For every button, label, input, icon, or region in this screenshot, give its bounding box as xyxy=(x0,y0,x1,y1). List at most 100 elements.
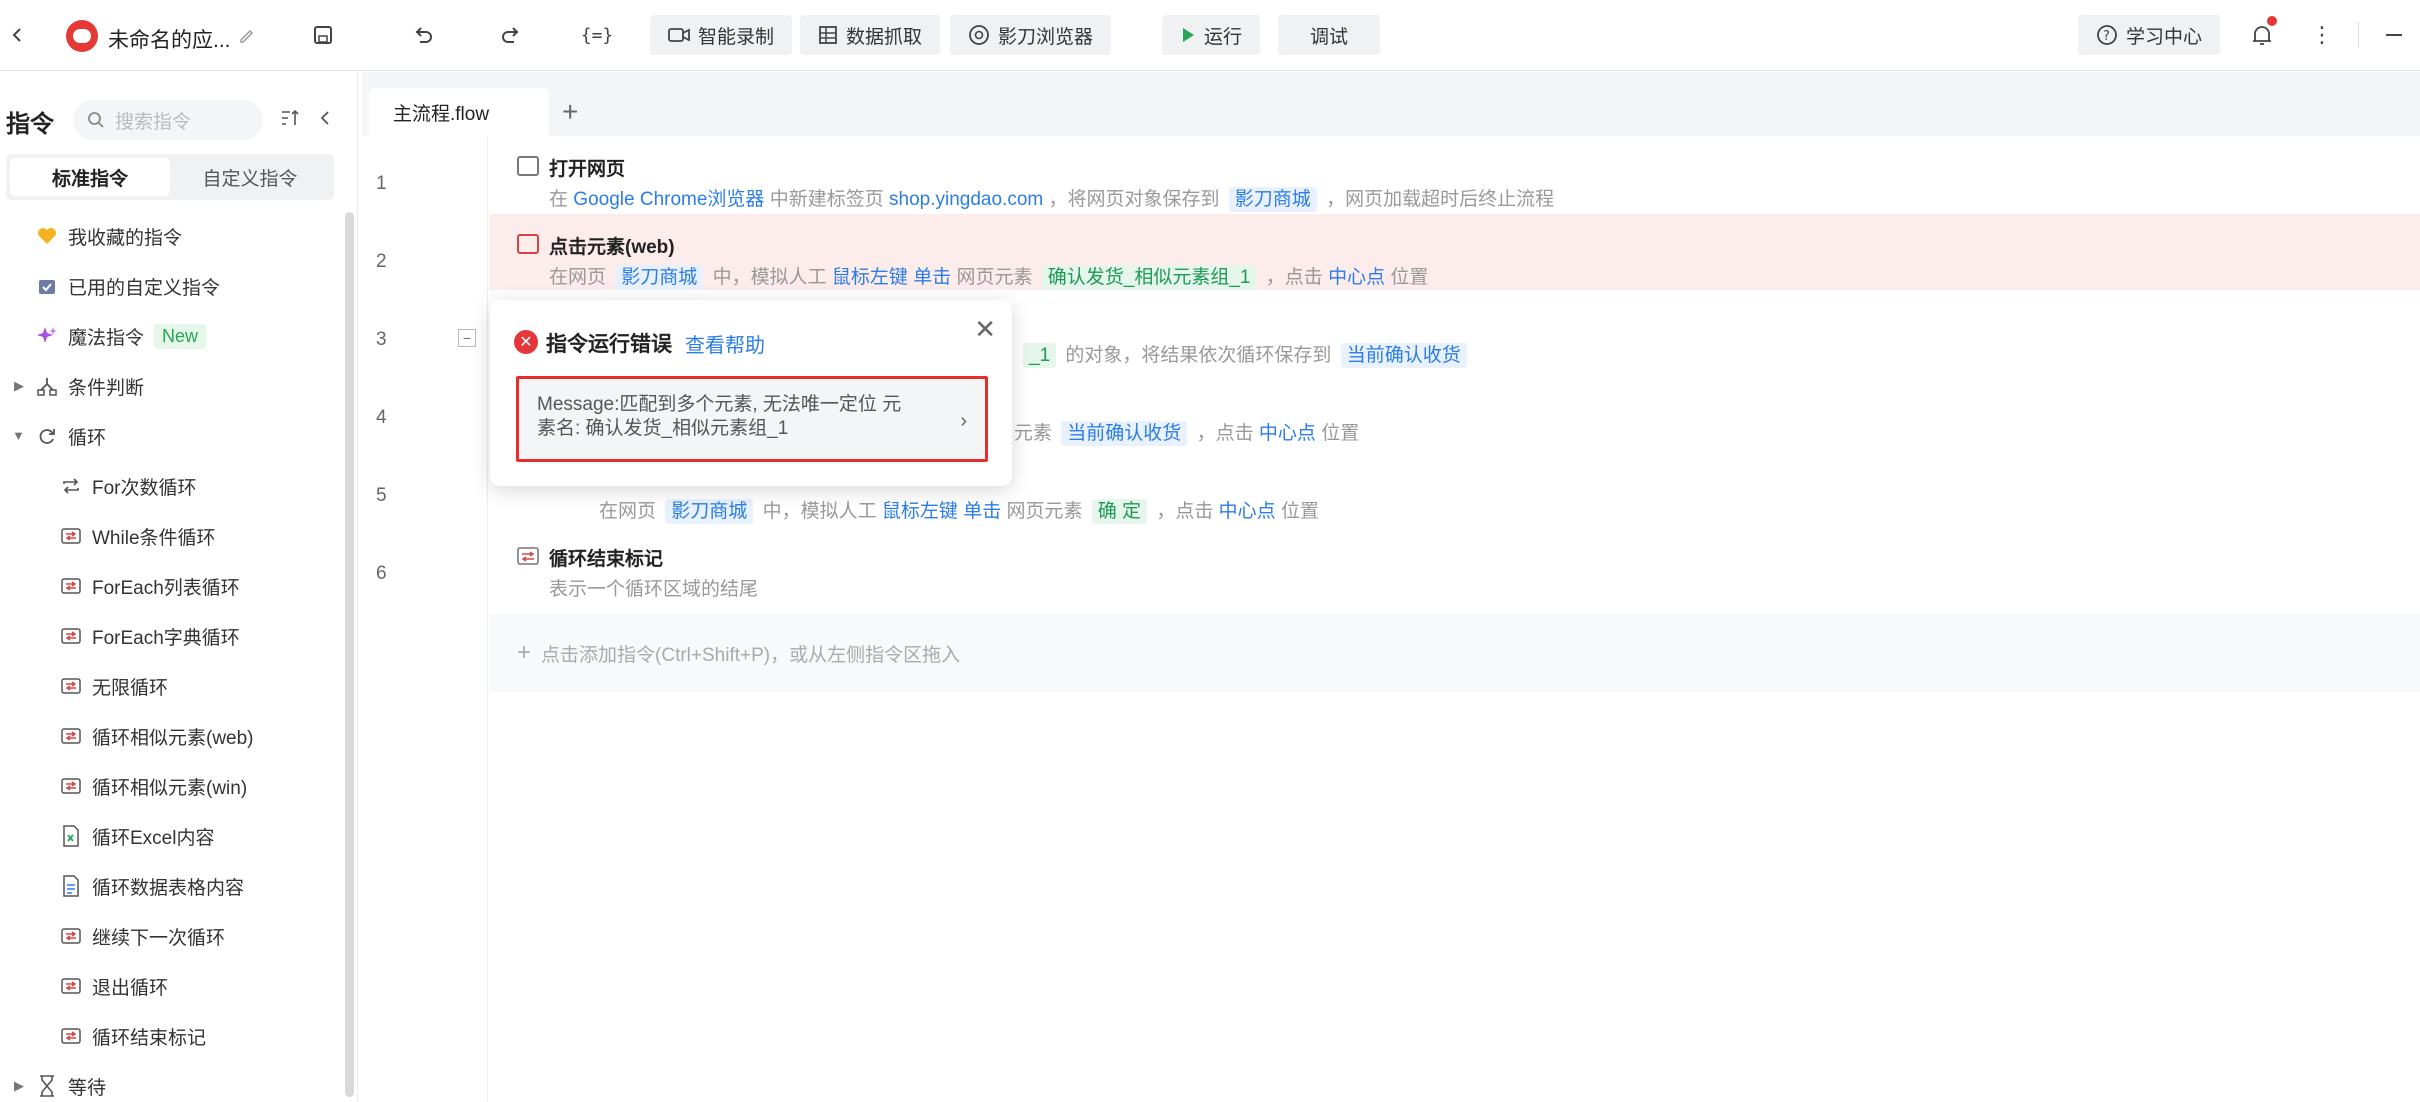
table-icon xyxy=(819,26,837,44)
step-description: 表示一个循环区域的结尾 xyxy=(549,579,759,600)
data-file-icon xyxy=(60,875,82,897)
line-gutter: 1 2 3 4 5 6 − xyxy=(362,136,488,1102)
hourglass-icon xyxy=(36,1075,58,1097)
close-icon[interactable]: ✕ xyxy=(974,314,996,345)
error-message-line: 素名: 确认发货_相似元素组_1 xyxy=(537,418,789,439)
sidebar-item-infinite[interactable]: 无限循环 xyxy=(60,670,168,702)
error-message-box[interactable]: Message:匹配到多个元素, 无法唯一定位 元 素名: 确认发货_相似元素组… xyxy=(516,376,988,462)
browser-button[interactable]: 影刀浏览器 xyxy=(950,15,1112,55)
branch-icon xyxy=(36,375,58,397)
loop-icon xyxy=(36,425,58,447)
add-command-area[interactable]: + 点击添加指令(Ctrl+Shift+P)，或从左侧指令区拖入 xyxy=(489,614,2420,692)
loop-box-icon xyxy=(60,525,82,547)
heart-icon xyxy=(36,225,58,247)
play-icon xyxy=(1183,28,1194,42)
line-number: 1 xyxy=(376,173,387,194)
sidebar-item-loop-end[interactable]: 循环结束标记 xyxy=(60,1020,206,1052)
window-divider xyxy=(2358,22,2359,48)
search-input[interactable]: 搜索指令 xyxy=(73,100,263,140)
sidebar-item-loop[interactable]: 循环 xyxy=(36,420,106,452)
new-badge: New xyxy=(154,323,207,349)
loop-end-icon xyxy=(517,546,539,572)
sidebar-item-similar-web[interactable]: 循环相似元素(web) xyxy=(60,720,254,752)
step-description: 在 Google Chrome浏览器 中新建标签页 shop.yingdao.c… xyxy=(549,187,1555,212)
code-icon[interactable]: {=} xyxy=(581,20,614,50)
bell-icon[interactable] xyxy=(2247,16,2277,50)
expand-caret-icon[interactable]: ▶ xyxy=(14,378,24,394)
loop-box-icon xyxy=(60,625,82,647)
sidebar-item-similar-win[interactable]: 循环相似元素(win) xyxy=(60,770,247,802)
repeat-icon xyxy=(60,475,82,497)
sidebar-item-foreach-list[interactable]: ForEach列表循环 xyxy=(60,570,240,602)
click-element-icon xyxy=(517,234,539,254)
sidebar-item-for-count[interactable]: For次数循环 xyxy=(60,470,197,502)
collapse-caret-icon[interactable]: ▼ xyxy=(12,428,25,443)
calendar-check-icon xyxy=(36,275,58,297)
app-title[interactable]: 未命名的应... xyxy=(108,24,231,54)
notification-dot xyxy=(2267,16,2277,26)
data-scrape-button[interactable]: 数据抓取 xyxy=(800,15,941,55)
sidebar-item-used-custom[interactable]: 已用的自定义指令 xyxy=(36,270,220,302)
learn-center-button[interactable]: ? 学习中心 xyxy=(2078,15,2221,55)
sidebar-item-favorites[interactable]: 我收藏的指令 xyxy=(36,220,182,252)
collapse-toggle-icon[interactable]: − xyxy=(458,329,476,347)
sidebar-item-continue[interactable]: 继续下一次循环 xyxy=(60,920,225,952)
step-title: 循环结束标记 xyxy=(549,549,664,570)
sidebar-item-condition[interactable]: 条件判断 xyxy=(36,370,144,402)
edit-icon[interactable] xyxy=(232,20,262,50)
redo-icon[interactable] xyxy=(496,20,526,50)
flow-tabs: 主流程.flow + xyxy=(362,72,2420,136)
help-link[interactable]: 查看帮助 xyxy=(685,329,765,358)
save-icon[interactable] xyxy=(308,20,338,50)
collapse-left-icon[interactable] xyxy=(318,108,332,134)
undo-icon[interactable] xyxy=(408,20,438,50)
step-description: 在网页 影刀商城 中，模拟人工 鼠标左键 单击 网页元素 确认发货_相似元素组_… xyxy=(549,265,1429,290)
tab-custom[interactable]: 自定义指令 xyxy=(170,158,330,196)
error-icon: ✕ xyxy=(514,330,538,354)
sparkle-icon xyxy=(36,325,58,347)
flow-step-click-element[interactable]: 点击元素(web) 在网页 影刀商城 中，模拟人工 鼠标左键 单击 网页元素 确… xyxy=(489,214,2420,290)
run-button[interactable]: 运行 xyxy=(1162,15,1261,55)
svg-text:?: ? xyxy=(2103,29,2110,44)
more-vertical-icon[interactable]: ⋮ xyxy=(2307,20,2337,50)
sidebar-item-while[interactable]: While条件循环 xyxy=(60,520,216,552)
sidebar-scrollbar[interactable] xyxy=(345,212,354,1097)
step-description: 在网页 影刀商城 中，模拟人工 鼠标左键 单击 网页元素 确 定 ，点击 中心点… xyxy=(599,499,1319,524)
tab-main-flow[interactable]: 主流程.flow xyxy=(369,88,549,136)
flow-editor: 1 2 3 4 5 6 − 打开网页 在 Google Chrome浏览器 中新… xyxy=(362,136,2420,1102)
minimize-icon[interactable] xyxy=(2380,20,2410,50)
loop-box-icon xyxy=(60,575,82,597)
sidebar-item-excel[interactable]: 循环Excel内容 xyxy=(60,820,214,852)
search-icon xyxy=(88,112,104,128)
expand-caret-icon[interactable]: ▶ xyxy=(14,1078,24,1094)
app-logo xyxy=(66,20,98,52)
sidebar-item-wait[interactable]: 等待 xyxy=(36,1070,106,1102)
step-title: 打开网页 xyxy=(549,159,626,180)
line-number: 3 xyxy=(376,329,387,350)
plus-icon: + xyxy=(517,639,532,666)
debug-button[interactable]: 调试 xyxy=(1278,15,1380,55)
loop-box-icon xyxy=(60,1025,82,1047)
top-toolbar: 未命名的应... {=} 智能录制 数据抓取 影刀浏览器 运行 调试 ? 学习中… xyxy=(0,0,2420,71)
line-number: 6 xyxy=(376,563,387,584)
popup-title: 指令运行错误 xyxy=(546,333,672,356)
sidebar-item-break[interactable]: 退出循环 xyxy=(60,970,168,1002)
error-message-line: Message:匹配到多个元素, 无法唯一定位 元 xyxy=(537,394,902,415)
back-icon[interactable] xyxy=(2,20,32,50)
loop-box-icon xyxy=(60,725,82,747)
add-tab-icon[interactable]: + xyxy=(562,96,578,128)
line-number: 5 xyxy=(376,485,387,506)
sidebar-item-datatable[interactable]: 循环数据表格内容 xyxy=(60,870,244,902)
flow-step-open-webpage[interactable]: 打开网页 在 Google Chrome浏览器 中新建标签页 shop.ying… xyxy=(489,136,2420,212)
loop-box-icon xyxy=(60,675,82,697)
loop-box-icon xyxy=(60,775,82,797)
smart-record-button[interactable]: 智能录制 xyxy=(650,15,793,55)
sidebar-item-magic[interactable]: 魔法指令 New xyxy=(36,320,207,352)
sort-icon[interactable] xyxy=(280,108,302,134)
tab-standard[interactable]: 标准指令 xyxy=(10,158,170,196)
flow-step-loop-end[interactable]: 循环结束标记 表示一个循环区域的结尾 xyxy=(489,526,2420,602)
sidebar-item-foreach-dict[interactable]: ForEach字典循环 xyxy=(60,620,240,652)
loop-box-icon xyxy=(60,975,82,997)
line-number: 2 xyxy=(376,251,387,272)
video-icon xyxy=(668,28,690,42)
